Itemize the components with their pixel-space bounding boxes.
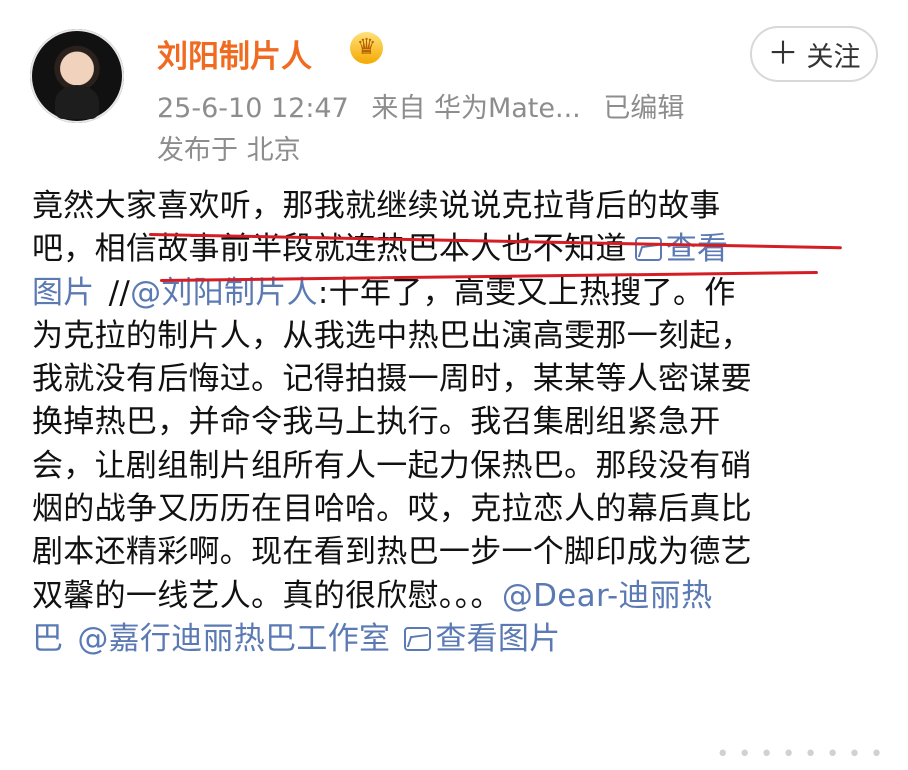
view-image-link-2[interactable]: 查看图片 — [404, 621, 560, 657]
location-label: 发布于 北京 — [157, 135, 301, 166]
follow-button[interactable]: ＋ 关注 — [750, 26, 878, 82]
view-image-text: 查看 — [665, 231, 729, 268]
view-image-link-1-continued[interactable]: 图片 — [32, 275, 95, 311]
content-line-8: 烟的战争又历历在目哈哈。哎，克拉恋人的幕后真比 — [32, 491, 752, 528]
author-avatar[interactable] — [30, 29, 124, 123]
content-line-6: 换掉热巴，并命令我马上执行。我召集剧组紧急开 — [32, 404, 721, 441]
source-device[interactable]: 来自 华为Mate... — [371, 93, 580, 124]
edited-label: 已编辑 — [603, 93, 685, 124]
post-content: 竟然大家喜欢听，那我就继续说说克拉背后的故事 吧，相信故事前半段就连热巴本人也不… — [32, 185, 877, 661]
author-name[interactable]: 刘阳制片人 — [157, 31, 312, 76]
content-line-1: 竟然大家喜欢听，那我就继续说说克拉背后的故事 — [32, 188, 721, 224]
view-image-link-1[interactable]: 查看 — [634, 231, 729, 268]
timestamp: 25-6-10 12:47 — [157, 93, 349, 124]
more-dots-icon: • • • • • • • • — [716, 742, 884, 767]
content-line-9: 剧本还精彩啊。现在看到热巴一步一个脚印成为德艺 — [32, 534, 752, 571]
content-text: :十年了，高雯又上热搜了。作 — [317, 274, 736, 311]
mention-studio-link[interactable]: @嘉行迪丽热巴工作室 — [77, 621, 390, 657]
image-icon — [404, 626, 432, 651]
mention-dear-link[interactable]: @Dear-迪丽热 — [502, 578, 713, 614]
view-image-text: 查看图片 — [435, 620, 561, 657]
mention-dear-link-continued[interactable]: 巴 — [32, 621, 63, 657]
content-line-7: 会，让剧组制片组所有人一起力保热巴。那段没有硝 — [32, 447, 752, 484]
plus-icon: ＋ — [767, 35, 799, 72]
follow-label: 关注 — [806, 41, 861, 73]
content-text: 双馨的一线艺人。真的很欣慰。。。 — [32, 577, 502, 614]
image-icon — [634, 237, 662, 262]
content-line-4: 为克拉的制片人，从我选中热巴出演高雯那一刻起， — [32, 317, 752, 354]
content-line-10: 双馨的一线艺人。真的很欣慰。。。@Dear-迪丽热 — [32, 575, 877, 618]
post-meta: 25-6-10 12:47 来自 华为Mate... 已编辑 — [157, 86, 684, 125]
vip-crown-icon: ♛ — [350, 32, 383, 64]
repost-separator: // — [108, 274, 131, 311]
content-line-5: 我就没有后悔过。记得拍摄一周时，某某等人密谋要 — [32, 361, 752, 398]
content-line-11: 巴 @嘉行迪丽热巴工作室 查看图片 — [32, 618, 877, 661]
